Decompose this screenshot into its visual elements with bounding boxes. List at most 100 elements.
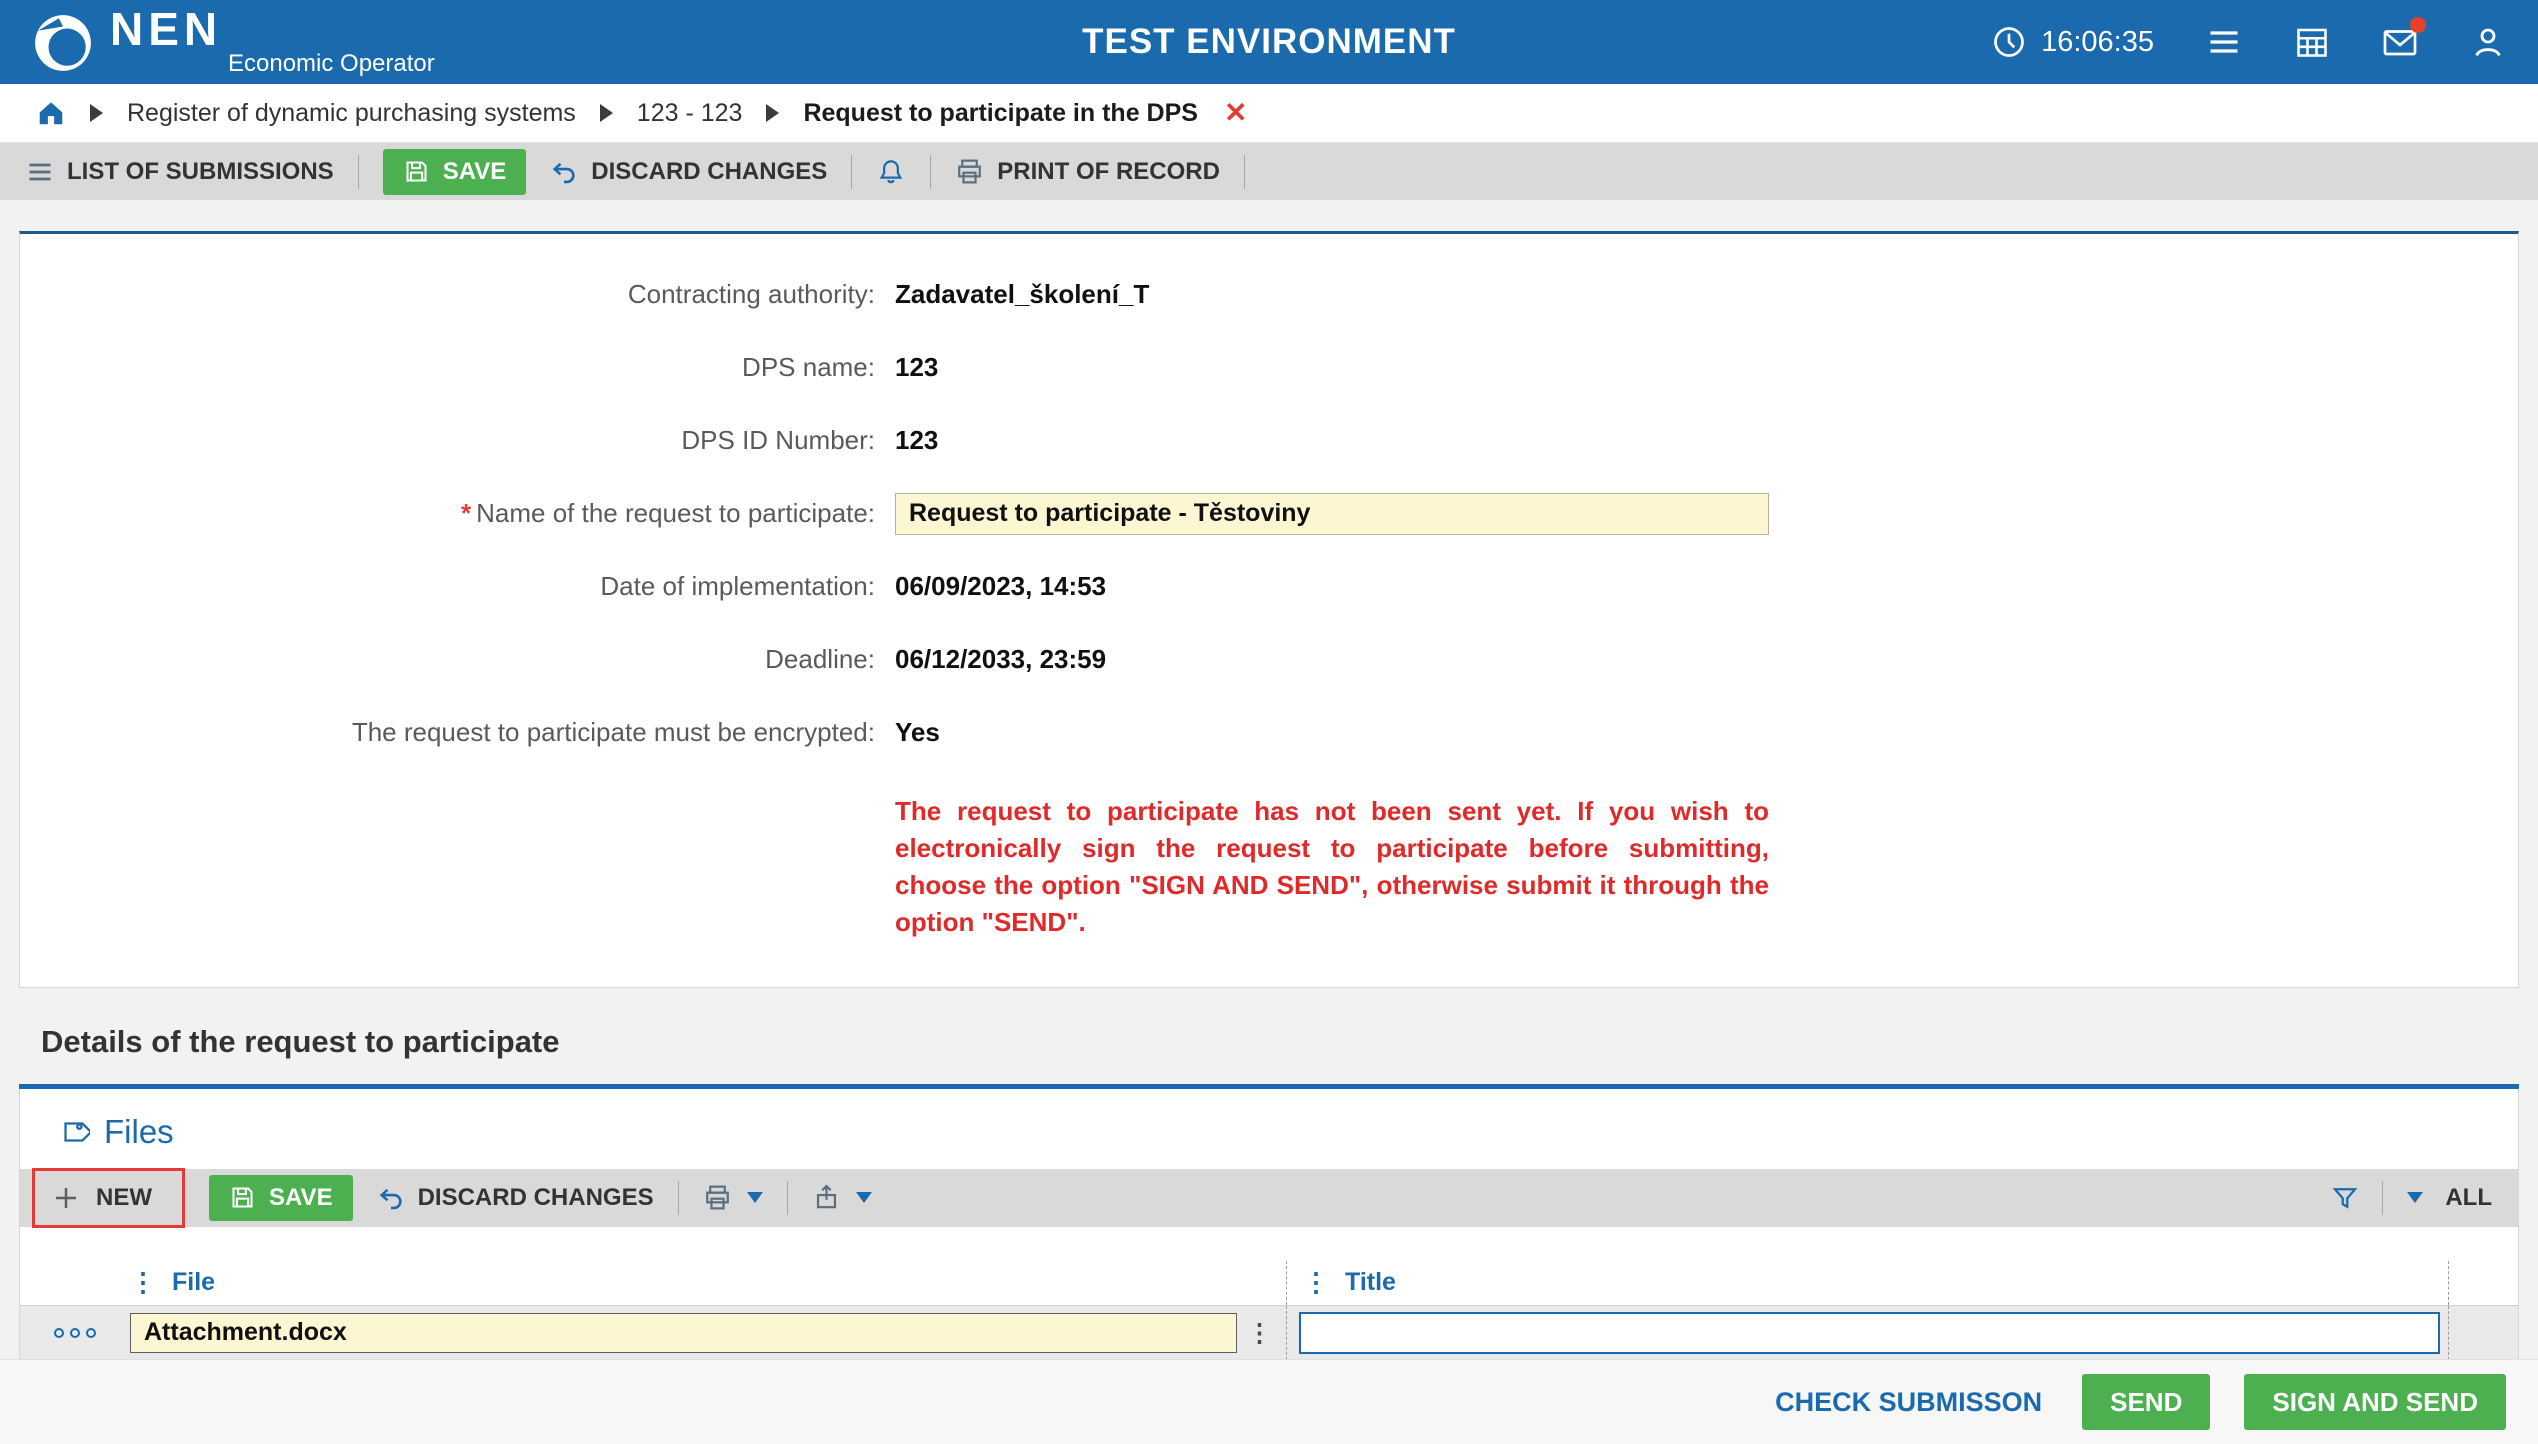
clock: 16:06:35 xyxy=(1991,24,2154,60)
top-header: NEN Economic Operator TEST ENVIRONMENT 1… xyxy=(0,0,2538,84)
field-request-name: *Name of the request to participate: xyxy=(20,477,2518,550)
files-save-button[interactable]: SAVE xyxy=(209,1175,353,1221)
toolbar-divider xyxy=(787,1181,788,1215)
row-handle-dot-icon xyxy=(86,1328,96,1338)
field-encrypted: The request to participate must be encry… xyxy=(20,696,2518,769)
new-file-button[interactable]: NEW xyxy=(32,1168,185,1228)
save-button[interactable]: SAVE xyxy=(383,149,527,195)
field-label: *Name of the request to participate: xyxy=(20,498,895,529)
column-drag-handle-icon[interactable]: ⋮ xyxy=(1303,1267,1329,1298)
list-icon xyxy=(26,158,54,186)
mail-notification-dot xyxy=(2410,17,2426,33)
files-toolbar: NEW SAVE DISCARD CHANGES xyxy=(20,1169,2518,1227)
field-value: 06/12/2033, 23:59 xyxy=(895,644,1106,675)
field-label: DPS name: xyxy=(20,352,895,383)
field-label: The request to participate must be encry… xyxy=(20,717,895,748)
title-cell xyxy=(1287,1306,2449,1360)
request-form-panel: Contracting authority: Zadavatel_školení… xyxy=(19,231,2519,988)
file-cell: ⋮ xyxy=(130,1306,1287,1360)
print-of-record-button[interactable]: PRINT OF RECORD xyxy=(955,157,1220,186)
chevron-down-icon[interactable] xyxy=(2407,1192,2423,1203)
toolbar-divider xyxy=(678,1181,679,1215)
field-dps-name: DPS name: 123 xyxy=(20,331,2518,404)
field-date-of-implementation: Date of implementation: 06/09/2023, 14:5… xyxy=(20,550,2518,623)
filter-all-button[interactable]: ALL xyxy=(2445,1184,2492,1212)
toolbar-divider xyxy=(851,155,852,189)
bell-icon xyxy=(876,157,906,187)
check-submission-button[interactable]: CHECK SUBMISSON xyxy=(1769,1386,2048,1419)
printer-icon xyxy=(703,1183,732,1212)
required-asterisk: * xyxy=(461,498,471,528)
breadcrumb-item-current[interactable]: Request to participate in the DPS xyxy=(803,99,1198,128)
field-label: Deadline: xyxy=(20,644,895,675)
toolbar-divider xyxy=(2382,1181,2383,1215)
clock-icon xyxy=(1991,24,2027,60)
field-value: 06/09/2023, 14:53 xyxy=(895,571,1106,602)
breadcrumb-separator-icon xyxy=(90,104,103,122)
row-handle-dot-icon xyxy=(70,1328,80,1338)
brand-subtitle: Economic Operator xyxy=(228,50,435,78)
export-icon xyxy=(812,1183,841,1212)
table-row: ⋮ xyxy=(20,1305,2518,1361)
list-of-submissions-button[interactable]: LIST OF SUBMISSIONS xyxy=(26,158,334,186)
send-button[interactable]: SEND xyxy=(2082,1374,2210,1430)
row-handle-dot-icon xyxy=(54,1328,64,1338)
toolbar-divider xyxy=(930,155,931,189)
filter-icon[interactable] xyxy=(2330,1183,2360,1213)
discard-changes-button[interactable]: DISCARD CHANGES xyxy=(550,158,827,186)
toolbar-divider xyxy=(358,155,359,189)
files-table: ⋮ File ⋮ Title ⋮ xyxy=(20,1261,2518,1361)
undo-icon xyxy=(550,158,578,186)
breadcrumb: Register of dynamic purchasing systems 1… xyxy=(0,84,2538,143)
files-print-menu-button[interactable] xyxy=(703,1183,763,1212)
sign-and-send-button[interactable]: SIGN AND SEND xyxy=(2244,1374,2506,1430)
save-icon xyxy=(403,158,430,185)
files-export-menu-button[interactable] xyxy=(812,1183,872,1212)
files-discard-changes-button[interactable]: DISCARD CHANGES xyxy=(377,1184,654,1212)
file-name-input[interactable] xyxy=(130,1313,1237,1353)
user-icon[interactable] xyxy=(2470,24,2506,60)
environment-title: TEST ENVIRONMENT xyxy=(1082,22,1456,62)
plus-icon xyxy=(51,1183,81,1213)
mail-button[interactable] xyxy=(2382,24,2418,60)
field-label: DPS ID Number: xyxy=(20,425,895,456)
home-icon[interactable] xyxy=(36,98,66,128)
close-tab-icon[interactable]: ✕ xyxy=(1224,99,1247,127)
details-section: Details of the request to participate xyxy=(19,988,2519,1060)
column-drag-handle-icon[interactable]: ⋮ xyxy=(130,1267,156,1298)
main-toolbar: LIST OF SUBMISSIONS SAVE DISCARD CHANGES… xyxy=(0,143,2538,200)
not-sent-warning: The request to participate has not been … xyxy=(895,793,1769,941)
chevron-down-icon xyxy=(856,1192,872,1203)
details-section-title: Details of the request to participate xyxy=(41,1024,2497,1060)
breadcrumb-item-dps[interactable]: 123 - 123 xyxy=(637,99,743,128)
current-time: 16:06:35 xyxy=(2041,26,2154,59)
field-deadline: Deadline: 06/12/2033, 23:59 xyxy=(20,623,2518,696)
files-title: Files xyxy=(104,1113,174,1151)
cell-menu-icon[interactable]: ⋮ xyxy=(1237,1318,1282,1348)
breadcrumb-separator-icon xyxy=(600,104,613,122)
calendar-icon[interactable] xyxy=(2294,24,2330,60)
header-actions: 16:06:35 xyxy=(1991,24,2506,60)
request-name-input[interactable] xyxy=(895,493,1769,535)
undo-icon xyxy=(377,1184,405,1212)
column-header-title[interactable]: ⋮ Title xyxy=(1287,1261,2449,1305)
breadcrumb-item-register[interactable]: Register of dynamic purchasing systems xyxy=(127,99,576,128)
file-title-input[interactable] xyxy=(1299,1312,2440,1354)
files-header: Files xyxy=(58,1113,2518,1151)
nen-logo xyxy=(32,12,94,74)
column-header-file[interactable]: ⋮ File xyxy=(130,1261,1287,1305)
field-value: 123 xyxy=(895,352,938,383)
row-handle[interactable] xyxy=(20,1328,130,1338)
tag-icon xyxy=(58,1116,90,1148)
toolbar-divider xyxy=(1244,155,1245,189)
printer-icon xyxy=(955,157,984,186)
brand[interactable]: NEN Economic Operator xyxy=(32,6,435,78)
field-dps-id-number: DPS ID Number: 123 xyxy=(20,404,2518,477)
breadcrumb-separator-icon xyxy=(766,104,779,122)
brand-name: NEN xyxy=(110,6,435,52)
field-label: Date of implementation: xyxy=(20,571,895,602)
footer-action-bar: CHECK SUBMISSON SEND SIGN AND SEND xyxy=(0,1359,2538,1444)
notifications-button[interactable] xyxy=(876,157,906,187)
menu-icon[interactable] xyxy=(2206,24,2242,60)
files-table-header: ⋮ File ⋮ Title xyxy=(20,1261,2518,1305)
